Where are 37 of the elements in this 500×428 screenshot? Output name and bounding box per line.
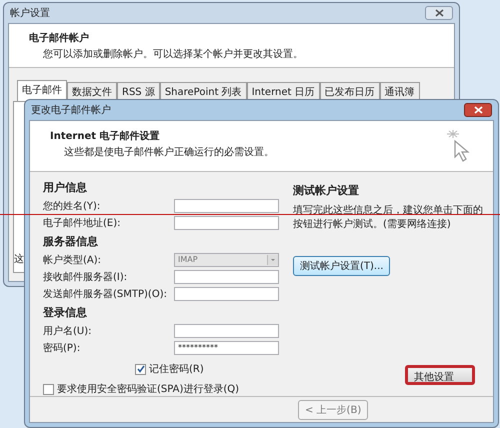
header-subtitle: 您可以添加或删除帐户。可以选择某个帐户并更改其设置。 bbox=[42, 48, 303, 61]
section-heading: 测试帐户设置 bbox=[293, 183, 360, 198]
input-field[interactable] bbox=[174, 324, 279, 338]
window-title: 更改电子邮件帐户 bbox=[31, 104, 111, 117]
close-button[interactable] bbox=[425, 6, 453, 20]
field-label: 电子邮件地址(E): bbox=[43, 216, 120, 230]
field-label: 接收邮件服务器(I): bbox=[43, 270, 128, 284]
checkbox-label: 记住密码(R) bbox=[149, 362, 204, 376]
input-field[interactable]: ********** bbox=[174, 340, 279, 354]
input-field[interactable] bbox=[174, 198, 279, 212]
input-field[interactable] bbox=[174, 216, 279, 230]
close-icon bbox=[474, 106, 482, 114]
checkbox[interactable] bbox=[43, 384, 54, 394]
section-heading: 服务器信息 bbox=[43, 234, 99, 249]
field-label: 密码(P): bbox=[43, 342, 80, 354]
close-button[interactable] bbox=[464, 103, 492, 117]
back-button[interactable]: < 上一步(B) bbox=[298, 400, 368, 420]
window-title: 帐户设置 bbox=[10, 6, 50, 20]
field-label: 发送邮件服务器(SMTP)(O): bbox=[43, 288, 167, 300]
input-field[interactable] bbox=[174, 286, 279, 300]
input-field[interactable] bbox=[174, 270, 279, 284]
checkbox[interactable] bbox=[135, 364, 146, 374]
checkbox-label: 要求使用安全密码验证(SPA)进行登录(Q) bbox=[57, 382, 240, 396]
field-label: 您的姓名(Y): bbox=[43, 200, 100, 212]
header-subtitle: 这些都是使电子邮件帐户正确运行的必需设置。 bbox=[63, 146, 274, 159]
section-heading: 登录信息 bbox=[43, 305, 88, 320]
test-settings-button[interactable]: 测试帐户设置(T)... bbox=[293, 256, 390, 276]
panel-text: 这 bbox=[14, 252, 24, 266]
header-title: Internet 电子邮件设置 bbox=[50, 130, 160, 143]
more-settings-button[interactable]: 其他设置 bbox=[405, 365, 475, 385]
caret-icon bbox=[267, 254, 278, 264]
field-label: 帐户类型(A): bbox=[43, 254, 102, 266]
section-heading: 用户信息 bbox=[43, 180, 88, 195]
tab[interactable]: 电子邮件 bbox=[17, 80, 67, 101]
header-title: 电子邮件帐户 bbox=[29, 31, 90, 45]
field-label: 用户名(U): bbox=[43, 324, 92, 338]
close-icon bbox=[434, 9, 444, 17]
